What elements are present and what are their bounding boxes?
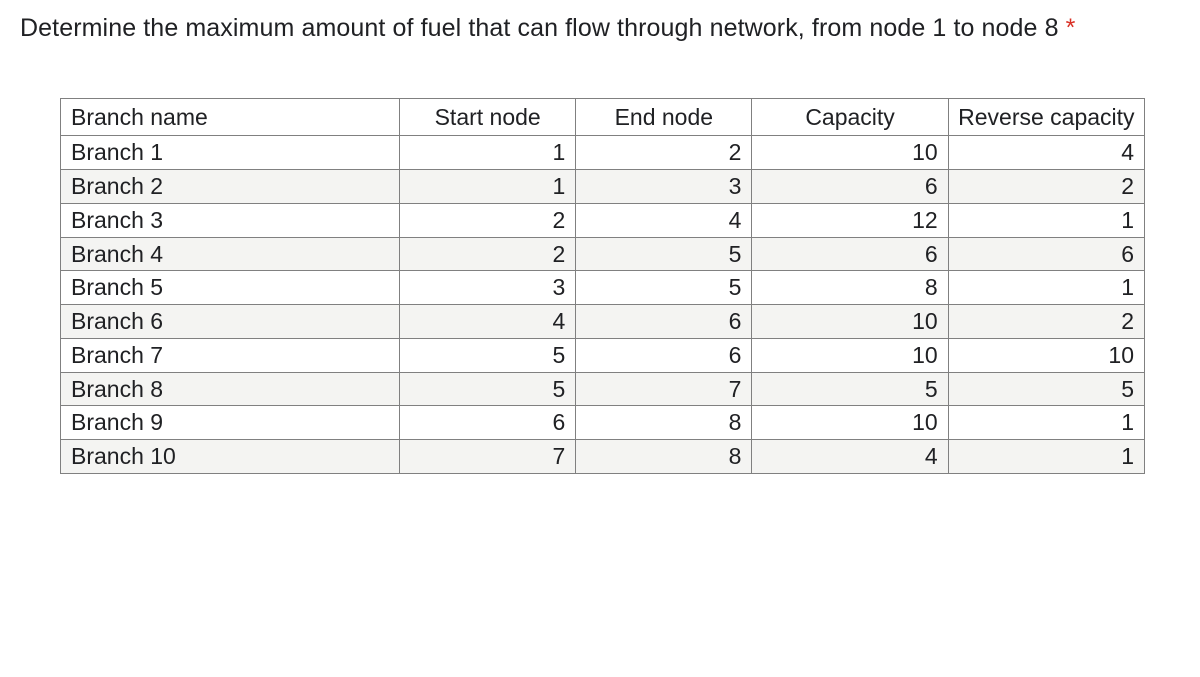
table-row: Branch 42566 bbox=[61, 237, 1145, 271]
cell-capacity: 8 bbox=[752, 271, 948, 305]
col-header-name: Branch name bbox=[61, 98, 400, 136]
cell-end: 5 bbox=[576, 237, 752, 271]
cell-start: 1 bbox=[400, 136, 576, 170]
cell-capacity: 4 bbox=[752, 440, 948, 474]
cell-reverse: 4 bbox=[948, 136, 1144, 170]
cell-capacity: 6 bbox=[752, 237, 948, 271]
cell-start: 6 bbox=[400, 406, 576, 440]
cell-name: Branch 3 bbox=[61, 203, 400, 237]
cell-reverse: 6 bbox=[948, 237, 1144, 271]
cell-capacity: 6 bbox=[752, 170, 948, 204]
cell-capacity: 10 bbox=[752, 305, 948, 339]
question-text: Determine the maximum amount of fuel tha… bbox=[20, 10, 1180, 48]
cell-name: Branch 2 bbox=[61, 170, 400, 204]
cell-name: Branch 7 bbox=[61, 338, 400, 372]
cell-reverse: 10 bbox=[948, 338, 1144, 372]
table-row: Branch 968101 bbox=[61, 406, 1145, 440]
cell-capacity: 10 bbox=[752, 136, 948, 170]
cell-end: 8 bbox=[576, 406, 752, 440]
cell-start: 2 bbox=[400, 203, 576, 237]
cell-end: 6 bbox=[576, 305, 752, 339]
cell-name: Branch 5 bbox=[61, 271, 400, 305]
cell-name: Branch 1 bbox=[61, 136, 400, 170]
table-row: Branch 107841 bbox=[61, 440, 1145, 474]
table-row: Branch 7561010 bbox=[61, 338, 1145, 372]
cell-name: Branch 10 bbox=[61, 440, 400, 474]
cell-capacity: 12 bbox=[752, 203, 948, 237]
table-row: Branch 324121 bbox=[61, 203, 1145, 237]
cell-reverse: 2 bbox=[948, 305, 1144, 339]
col-header-start: Start node bbox=[400, 98, 576, 136]
cell-name: Branch 8 bbox=[61, 372, 400, 406]
col-header-reverse: Reverse capacity bbox=[948, 98, 1144, 136]
cell-end: 5 bbox=[576, 271, 752, 305]
branch-table: Branch name Start node End node Capacity… bbox=[60, 98, 1145, 474]
cell-start: 3 bbox=[400, 271, 576, 305]
cell-end: 4 bbox=[576, 203, 752, 237]
col-header-capacity: Capacity bbox=[752, 98, 948, 136]
cell-start: 2 bbox=[400, 237, 576, 271]
cell-reverse: 1 bbox=[948, 406, 1144, 440]
cell-name: Branch 6 bbox=[61, 305, 400, 339]
cell-end: 7 bbox=[576, 372, 752, 406]
table-row: Branch 21362 bbox=[61, 170, 1145, 204]
table-row: Branch 646102 bbox=[61, 305, 1145, 339]
table-row: Branch 53581 bbox=[61, 271, 1145, 305]
cell-reverse: 1 bbox=[948, 203, 1144, 237]
cell-end: 3 bbox=[576, 170, 752, 204]
cell-start: 5 bbox=[400, 372, 576, 406]
required-asterisk: * bbox=[1066, 14, 1076, 42]
table-header-row: Branch name Start node End node Capacity… bbox=[61, 98, 1145, 136]
cell-capacity: 10 bbox=[752, 406, 948, 440]
table-row: Branch 112104 bbox=[61, 136, 1145, 170]
cell-start: 5 bbox=[400, 338, 576, 372]
question-body: Determine the maximum amount of fuel tha… bbox=[20, 14, 1059, 42]
cell-reverse: 1 bbox=[948, 271, 1144, 305]
cell-reverse: 5 bbox=[948, 372, 1144, 406]
cell-reverse: 2 bbox=[948, 170, 1144, 204]
cell-start: 1 bbox=[400, 170, 576, 204]
cell-start: 7 bbox=[400, 440, 576, 474]
cell-name: Branch 4 bbox=[61, 237, 400, 271]
cell-start: 4 bbox=[400, 305, 576, 339]
cell-reverse: 1 bbox=[948, 440, 1144, 474]
col-header-end: End node bbox=[576, 98, 752, 136]
cell-end: 6 bbox=[576, 338, 752, 372]
cell-end: 8 bbox=[576, 440, 752, 474]
cell-capacity: 5 bbox=[752, 372, 948, 406]
cell-name: Branch 9 bbox=[61, 406, 400, 440]
table-row: Branch 85755 bbox=[61, 372, 1145, 406]
cell-end: 2 bbox=[576, 136, 752, 170]
cell-capacity: 10 bbox=[752, 338, 948, 372]
